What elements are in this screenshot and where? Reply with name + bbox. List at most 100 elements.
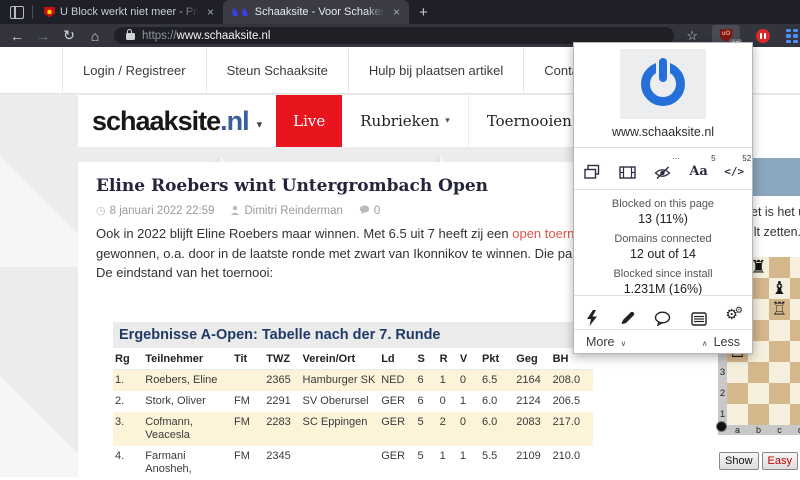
logo-caret-icon[interactable]: ▾	[257, 118, 263, 131]
refresh-icon[interactable]: ↻	[56, 27, 82, 44]
table-cell: GER	[381, 395, 406, 407]
power-button[interactable]	[641, 58, 685, 106]
easy-button[interactable]: Easy	[761, 452, 798, 470]
turn-indicator-dot	[716, 421, 727, 432]
board-square-b3[interactable]	[748, 362, 769, 383]
board-square-b1[interactable]	[748, 404, 769, 425]
board-square-c5[interactable]	[769, 320, 790, 341]
table-cell: FM	[231, 412, 265, 446]
utility-nav-item[interactable]: Login / Registreer	[62, 48, 207, 92]
board-square-d1[interactable]	[790, 404, 800, 425]
board-square-d4[interactable]	[790, 341, 800, 362]
board-square-c2[interactable]	[769, 383, 790, 404]
home-icon[interactable]: ⌂	[82, 28, 108, 44]
board-square-a3[interactable]	[727, 362, 748, 383]
chevron-up-icon: ∧	[701, 339, 708, 348]
no-popups-icon[interactable]	[579, 156, 605, 180]
settings-gears-icon[interactable]: ⚙ ⚙	[721, 302, 747, 326]
url-host: www.schaaksite.nl	[176, 29, 271, 42]
table-cell: 6.5	[479, 369, 515, 391]
table-row[interactable]: 4. Farmani Anosheh, FM 2345 GER 5 1 1 5.5 2109 210…	[113, 446, 593, 480]
author-icon	[231, 205, 240, 215]
red-extension-icon[interactable]	[756, 28, 770, 43]
puzzle-buttons: ShowEasyMedium	[719, 452, 800, 470]
table-row[interactable]: 1. Roebers, Eline 2365 Hamburger SK NED 6 1 0 6.…	[113, 369, 593, 391]
board-square-d7[interactable]	[790, 278, 800, 299]
board-square-c4[interactable]	[769, 341, 790, 362]
table-cell: 2124	[516, 395, 541, 407]
less-button[interactable]: ∧ Less	[696, 335, 740, 349]
back-icon[interactable]: ←	[4, 28, 30, 44]
tab-schaaksite[interactable]: ♞♞ Schaaksite - Voor Schakers/Door ×	[223, 0, 409, 24]
popup-tool-row: ··· Aa 5 </> 52	[574, 153, 752, 183]
element-zapper-icon[interactable]	[579, 302, 605, 326]
table-cell: GER	[379, 412, 416, 446]
popup-domain: www.schaaksite.nl	[611, 125, 715, 139]
utility-nav-item[interactable]: Steun Schaaksite	[207, 48, 349, 92]
site-logo[interactable]: schaaksite.nl	[92, 106, 250, 137]
popup-stat: Blocked since install 1.231M (16%)	[574, 268, 752, 296]
no-remote-fonts-icon[interactable]: Aa 5	[686, 154, 715, 180]
board-square-c3[interactable]	[769, 362, 790, 383]
board-square-d2[interactable]	[790, 383, 800, 404]
board-square-d6[interactable]	[790, 299, 800, 320]
board-square-a1[interactable]	[727, 404, 748, 425]
table-cell: 1	[439, 450, 446, 462]
comment-count[interactable]: 0	[374, 205, 380, 217]
schaaksite-favicon: ♞♞	[230, 5, 250, 19]
table-cell: 1	[437, 369, 458, 391]
article-title[interactable]: Eline Roebers wint Untergrombach Open	[96, 176, 488, 196]
report-issue-icon[interactable]	[650, 302, 676, 326]
table-cell: 0	[457, 412, 480, 446]
rank-label: 3	[719, 367, 726, 378]
table-cell: 0	[457, 369, 480, 391]
power-button-box	[620, 49, 706, 119]
board-square-c1[interactable]	[769, 404, 790, 425]
table-cell: 1	[459, 395, 466, 407]
stat-label: Domains connected	[614, 233, 712, 245]
table-row[interactable]: 3. Cofmann, Veacesla FM 2283 SC Eppingen GER 5…	[113, 412, 593, 446]
table-cell: 1	[459, 450, 466, 462]
file-label: d	[790, 425, 800, 435]
article-author[interactable]: Dimitri Reinderman	[244, 205, 342, 217]
chess-piece-c7[interactable]: ♝	[769, 278, 790, 299]
results-table-widget: Ergebnisse A-Open: Tabelle nach der 7. R…	[113, 322, 593, 480]
table-column-header: Rg	[113, 348, 144, 370]
board-square-c8[interactable]	[769, 257, 790, 278]
tab-close-icon[interactable]: ×	[391, 5, 402, 19]
tab-close-icon[interactable]: ×	[205, 5, 216, 19]
table-cell: Stork, Oliver	[145, 395, 206, 407]
table-cell: 210.0	[552, 450, 581, 462]
article-meta: ◷ 8 januari 2022 22:59 Dimitri Reinderman…	[96, 204, 380, 218]
table-column-header: S	[415, 348, 438, 370]
sitenav-item-live[interactable]: Live	[276, 95, 343, 147]
table-row[interactable]: 2. Stork, Oliver FM 2291 SV Oberursel GER 6 0 1 6…	[113, 391, 593, 412]
element-picker-icon[interactable]	[614, 302, 640, 326]
board-square-d3[interactable]	[790, 362, 800, 383]
logger-icon[interactable]	[686, 302, 712, 326]
tab-overview-icon[interactable]	[10, 5, 24, 19]
no-scripting-icon[interactable]: </> 52	[721, 154, 751, 180]
table-cell: 217.0	[550, 412, 593, 446]
table-column-header: R	[437, 348, 458, 370]
board-square-b2[interactable]	[748, 383, 769, 404]
chess-piece-c6[interactable]: ♖	[769, 299, 790, 320]
utility-nav-item[interactable]: Hulp bij plaatsen artikel	[349, 48, 525, 92]
popup-stat: Domains connected 12 out of 14	[574, 233, 752, 261]
more-button[interactable]: More ∨	[586, 335, 632, 349]
table-cell: Farmani Anosheh,	[145, 450, 192, 475]
tab-ublock-forum[interactable]: U Block werkt niet meer - Privacy ×	[37, 0, 223, 24]
table-cell: 6	[417, 395, 424, 407]
no-cosmetic-filtering-icon[interactable]: ···	[650, 154, 680, 180]
board-square-d8[interactable]	[790, 257, 800, 278]
forward-icon[interactable]: →	[30, 28, 56, 44]
new-tab-button[interactable]: +	[419, 4, 428, 21]
blue-extension-icon[interactable]	[786, 28, 800, 43]
show-button[interactable]: Show	[719, 452, 759, 470]
board-square-a2[interactable]	[727, 383, 748, 404]
sitenav-item-rubrieken[interactable]: Rubrieken ▾	[342, 95, 469, 147]
board-square-d5[interactable]	[790, 320, 800, 341]
table-cell: 2283	[264, 412, 301, 446]
no-large-media-icon[interactable]	[614, 156, 640, 180]
table-cell: Hamburger SK	[300, 369, 380, 391]
